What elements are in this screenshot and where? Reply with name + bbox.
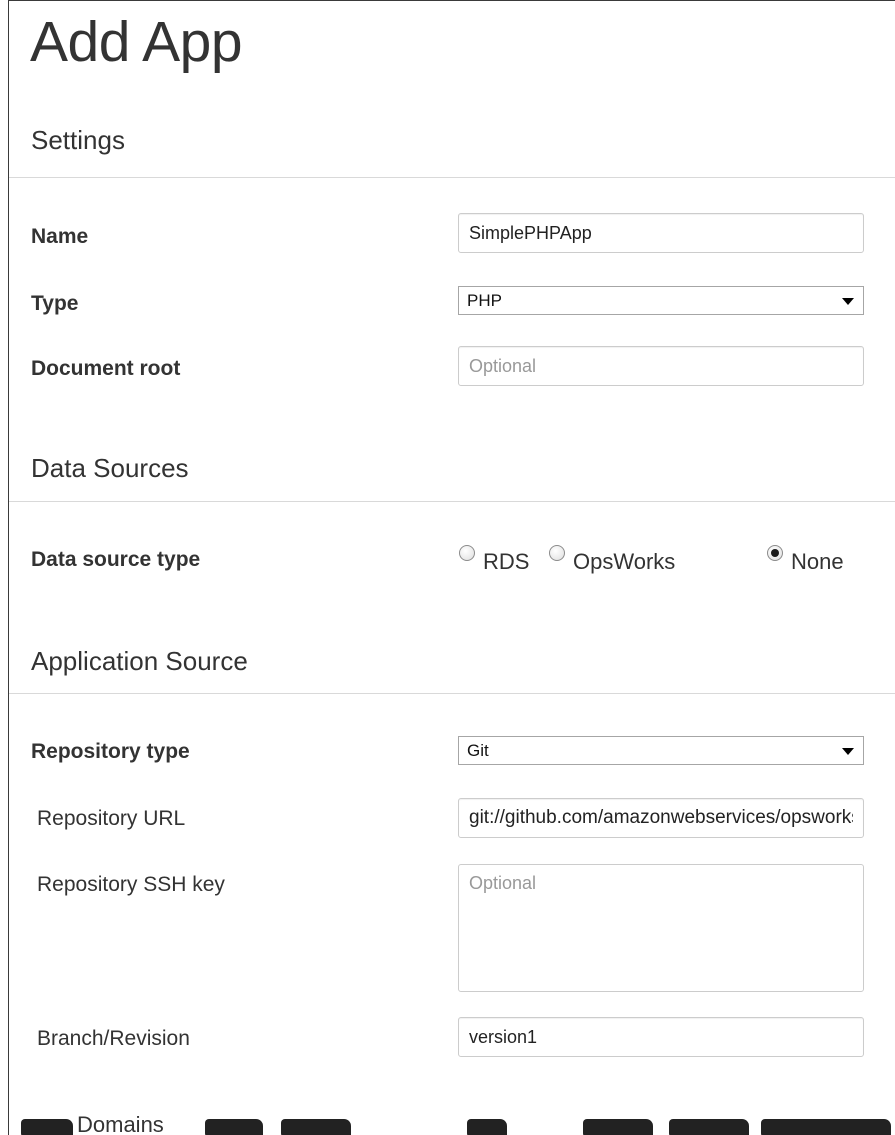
branch-revision-input[interactable]: [458, 1017, 864, 1057]
repository-ssh-key-label: Repository SSH key: [37, 873, 225, 896]
page-title: Add App: [30, 10, 243, 74]
redaction-scribble: [281, 1119, 351, 1135]
radio-opsworks-label: OpsWorks: [573, 549, 676, 574]
redaction-scribble: [761, 1119, 891, 1135]
chevron-down-icon: [842, 748, 854, 755]
name-label: Name: [31, 225, 89, 248]
radio-none-label: None: [791, 549, 844, 574]
repository-type-select[interactable]: Git: [458, 736, 864, 765]
repository-url-label: Repository URL: [37, 807, 186, 830]
settings-divider: [9, 177, 895, 178]
repository-type-label: Repository type: [31, 740, 190, 763]
redaction-scribble: [669, 1119, 749, 1135]
type-label: Type: [31, 292, 79, 315]
data-sources-divider: [9, 501, 895, 502]
application-source-section-title: Application Source: [31, 646, 248, 676]
repository-ssh-key-textarea[interactable]: [458, 864, 864, 992]
data-sources-section-title: Data Sources: [31, 453, 189, 483]
radio-none[interactable]: [767, 545, 783, 561]
document-root-input[interactable]: [458, 346, 864, 386]
repository-type-select-value: Git: [467, 741, 489, 760]
add-app-panel: Add App Settings Name Type PHP Document …: [8, 0, 895, 1135]
redaction-scribble: [21, 1119, 73, 1135]
radio-rds[interactable]: [459, 545, 475, 561]
document-root-label: Document root: [31, 357, 181, 380]
settings-section-title: Settings: [31, 125, 125, 155]
domains-section-title-partial: Domains: [77, 1112, 164, 1135]
redaction-scribble: [205, 1119, 263, 1135]
repository-url-input[interactable]: [458, 798, 864, 838]
application-source-divider: [9, 693, 895, 694]
radio-rds-label: RDS: [483, 549, 530, 574]
chevron-down-icon: [842, 298, 854, 305]
redaction-scribble: [467, 1119, 507, 1135]
branch-revision-label: Branch/Revision: [37, 1027, 190, 1050]
data-source-type-label: Data source type: [31, 548, 201, 571]
type-select[interactable]: PHP: [458, 286, 864, 315]
redaction-scribble: [583, 1119, 653, 1135]
name-input[interactable]: [458, 213, 864, 253]
type-select-value: PHP: [467, 291, 502, 310]
radio-opsworks[interactable]: [549, 545, 565, 561]
